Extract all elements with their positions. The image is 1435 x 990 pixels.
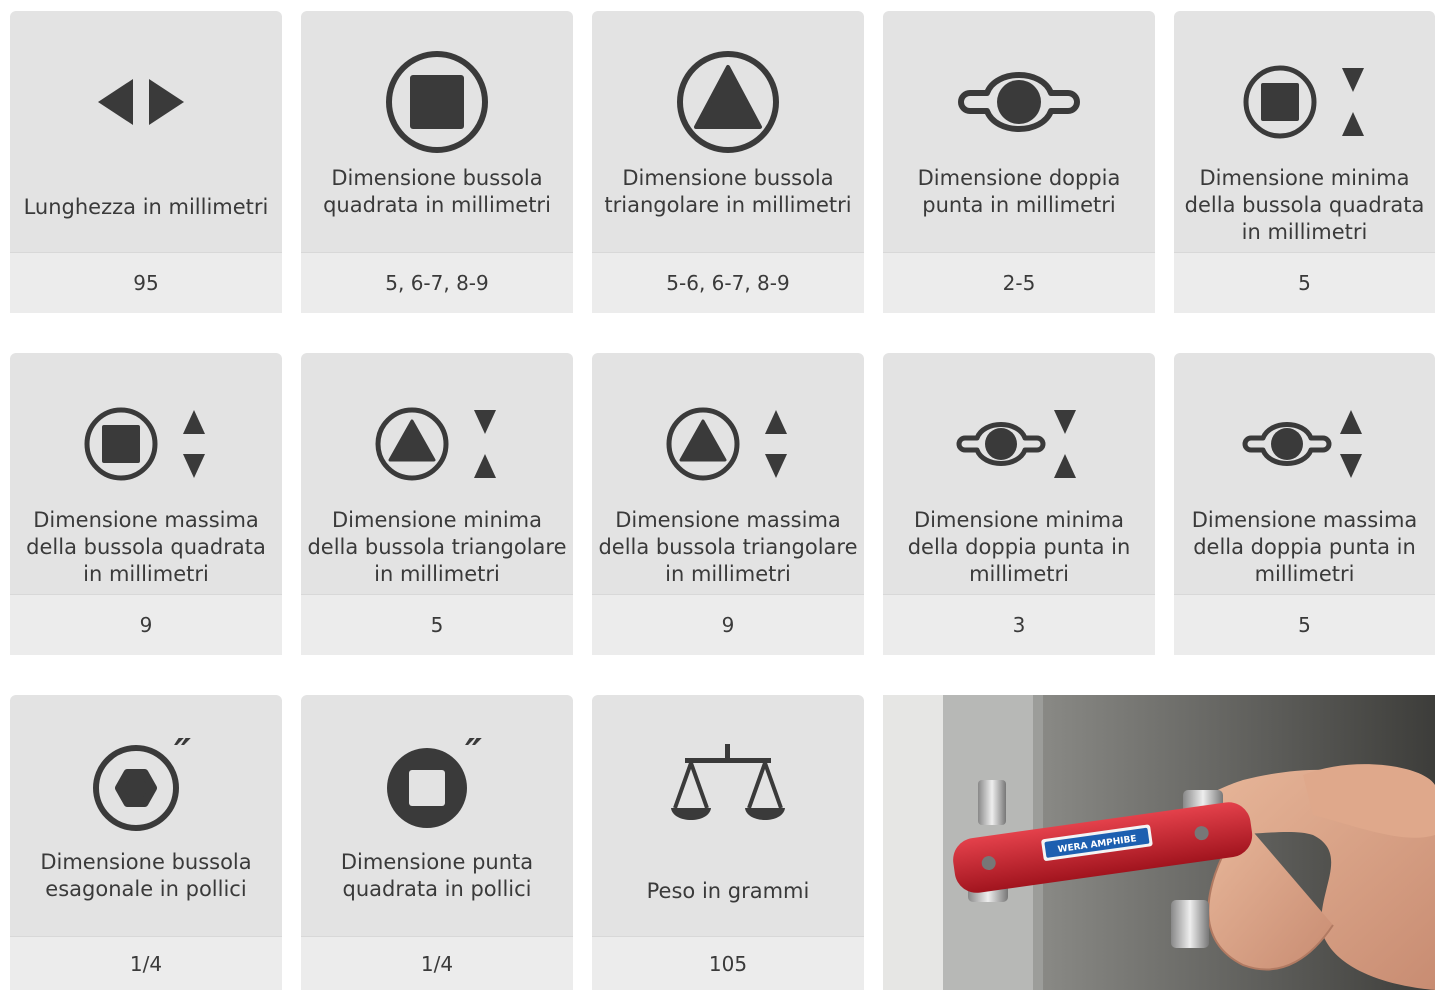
spec-label: Dimensione minima della doppia punta in … [907,508,1131,586]
spec-value: 3 [883,594,1155,655]
product-photo: WERA AMPHIBE [883,695,1435,990]
spec-label: Dimensione bussola esagonale in pollici [40,850,252,901]
spec-value: 5, 6-7, 8-9 [301,252,573,313]
double-bit-max-icon [1174,385,1435,503]
square-socket-icon [301,43,573,161]
double-bit-icon [883,43,1155,161]
spec-card-triangle-socket-max: Dimensione massima della bussola triango… [592,353,864,655]
spec-label: Lunghezza in millimetri [23,194,269,219]
spec-value: 1/4 [301,936,573,990]
square-socket-max-icon [10,385,282,503]
spec-value: 95 [10,252,282,313]
triangle-socket-max-icon [592,385,864,503]
arrows-left-right-icon [10,43,282,161]
spec-label: Peso in grammi [646,878,810,903]
triangle-socket-icon [592,43,864,161]
spec-card-square-socket: Dimensione bussola quadrata in millimetr… [301,11,573,313]
spec-label: Dimensione massima della doppia punta in… [1191,508,1418,586]
spec-value: 5 [1174,252,1435,313]
spec-card-square-socket-min: Dimensione minima della bussola quadrata… [1174,11,1435,313]
spec-value: 5 [301,594,573,655]
spec-value: 9 [592,594,864,655]
square-bit-inch-icon: ″ [301,727,573,845]
spec-label: Dimensione bussola triangolare in millim… [604,166,852,217]
spec-value: 2-5 [883,252,1155,313]
spec-card-triangle-socket: Dimensione bussola triangolare in millim… [592,11,864,313]
spec-label: Dimensione minima della bussola triangol… [307,508,567,586]
spec-label: Dimensione punta quadrata in pollici [340,850,534,901]
spec-value: 9 [10,594,282,655]
spec-card-hex-socket-inch: ″ Dimensione bussola esagonale in pollic… [10,695,282,990]
spec-card-square-bit-inch: ″ Dimensione punta quadrata in pollici 1… [301,695,573,990]
spec-card-double-bit-min: Dimensione minima della doppia punta in … [883,353,1155,655]
spec-value: 5 [1174,594,1435,655]
spec-value: 105 [592,936,864,990]
spec-card-square-socket-max: Dimensione massima della bussola quadrat… [10,353,282,655]
spec-label: Dimensione bussola quadrata in millimetr… [323,166,551,217]
spec-card-double-bit: Dimensione doppia punta in millimetri 2-… [883,11,1155,313]
hex-socket-inch-icon: ″ [10,727,282,845]
spec-card-length: Lunghezza in millimetri 95 [10,11,282,313]
square-socket-min-icon [1174,43,1435,161]
spec-value: 5-6, 6-7, 8-9 [592,252,864,313]
triangle-socket-min-icon [301,385,573,503]
spec-value: 1/4 [10,936,282,990]
scale-icon [592,727,864,845]
spec-card-double-bit-max: Dimensione massima della doppia punta in… [1174,353,1435,655]
spec-label: Dimensione massima della bussola triango… [598,508,858,586]
svg-text:″: ″ [465,736,482,775]
spec-label: Dimensione minima della bussola quadrata… [1184,166,1425,244]
double-bit-min-icon [883,385,1155,503]
svg-text:″: ″ [174,736,191,775]
spec-card-triangle-socket-min: Dimensione minima della bussola triangol… [301,353,573,655]
spec-label: Dimensione doppia punta in millimetri [917,166,1121,217]
spec-card-weight: Peso in grammi 105 [592,695,864,990]
spec-label: Dimensione massima della bussola quadrat… [26,508,266,586]
